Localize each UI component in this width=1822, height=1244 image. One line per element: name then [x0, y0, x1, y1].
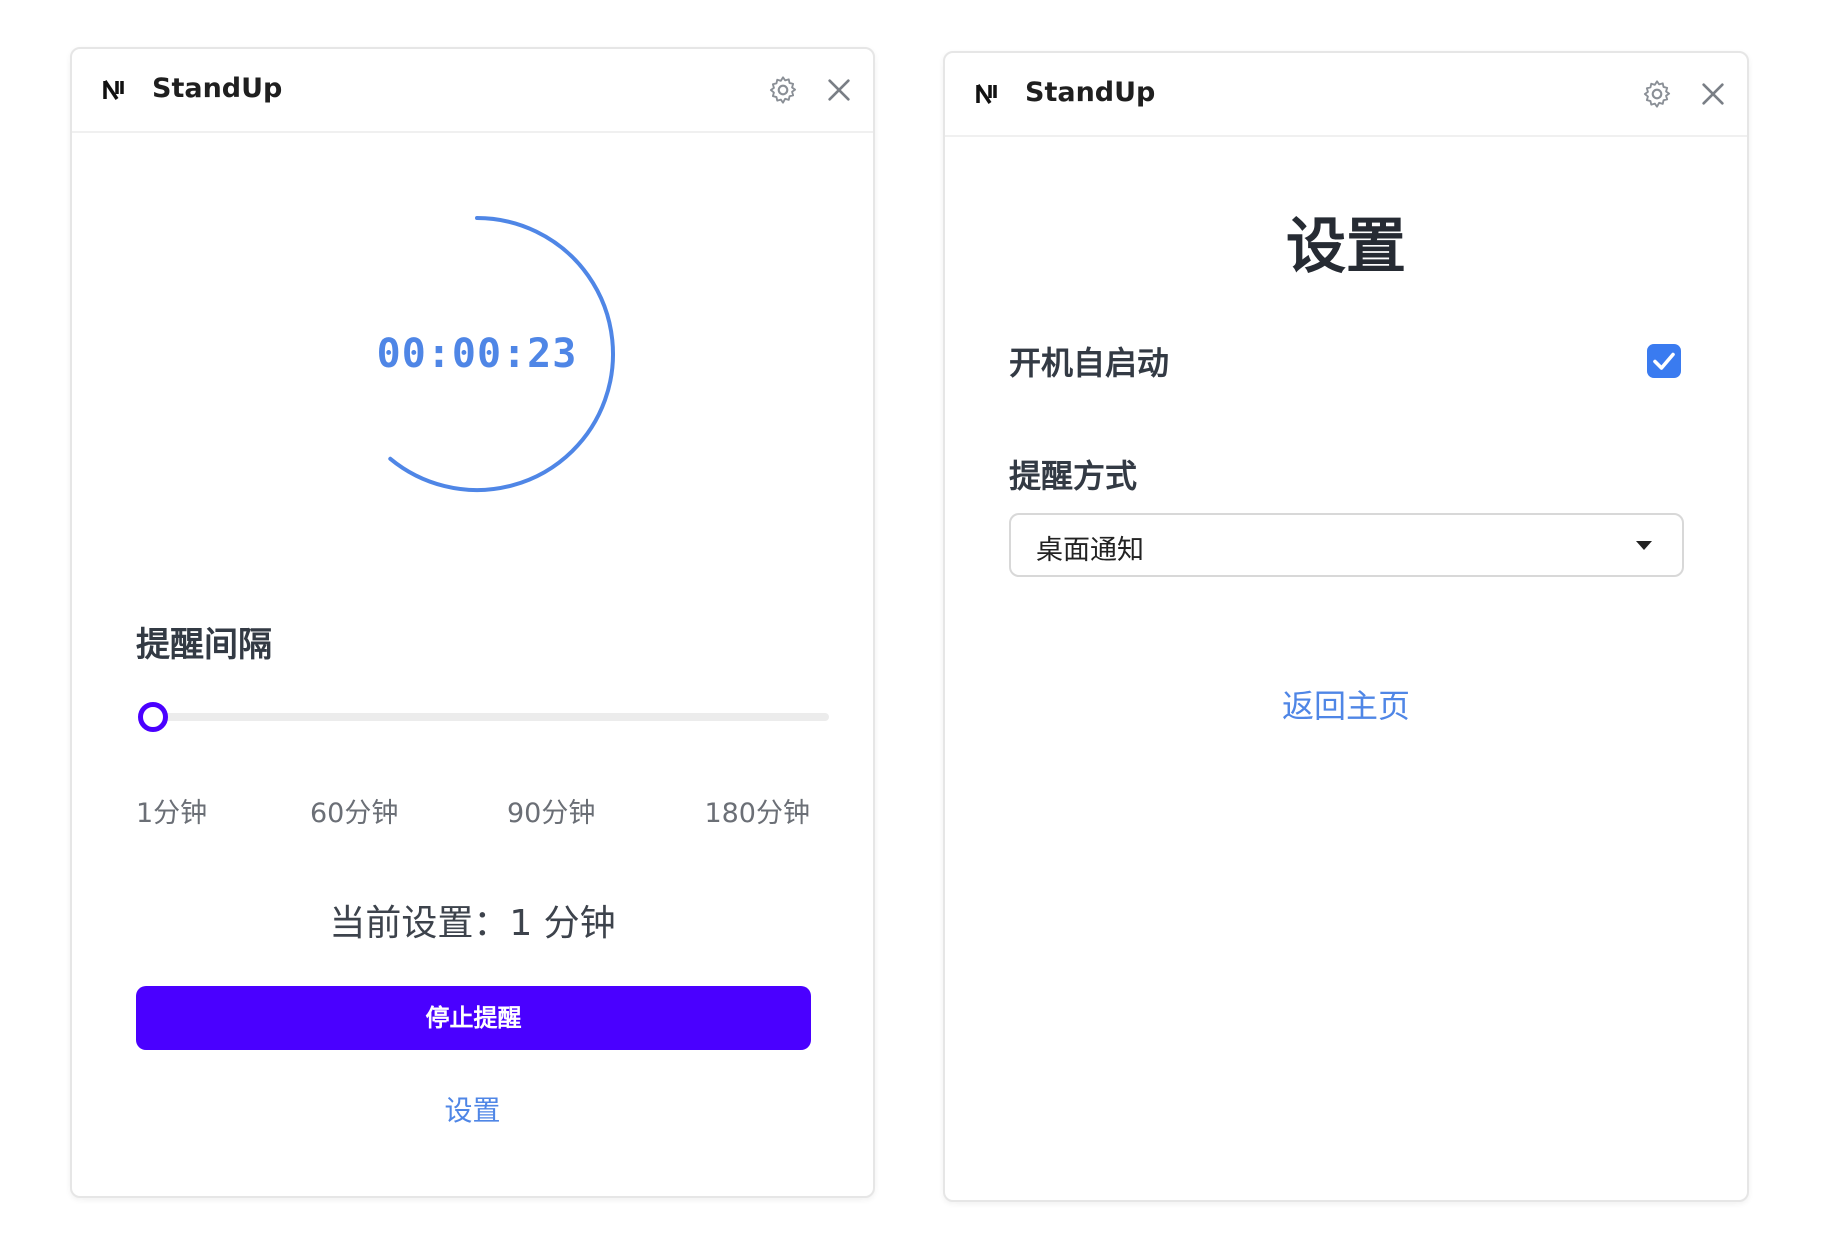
titlebar: StandUp	[72, 49, 873, 133]
autostart-checkbox[interactable]	[1647, 344, 1681, 378]
reminder-method-label: 提醒方式	[1009, 457, 1138, 495]
tick-label: 1分钟	[136, 798, 208, 829]
slider-ticks: 1分钟 60分钟 90分钟 180分钟	[136, 791, 810, 831]
timer-display: 00:00:23	[376, 331, 578, 377]
gear-icon[interactable]	[1641, 78, 1673, 110]
checkmark-icon	[1653, 352, 1675, 370]
back-home-link[interactable]: 返回主页	[945, 681, 1747, 727]
titlebar: StandUp	[945, 53, 1747, 137]
reminder-method-select[interactable]: 桌面通知	[1009, 513, 1684, 577]
standup-logo-icon	[976, 84, 997, 104]
page-title: 设置	[1286, 212, 1406, 282]
app-title: StandUp	[1025, 77, 1156, 108]
tick-label: 180分钟	[704, 798, 810, 829]
close-icon[interactable]	[823, 74, 855, 106]
close-icon[interactable]	[1697, 78, 1729, 110]
interval-slider-track[interactable]	[158, 713, 829, 721]
countdown-timer: 00:00:23	[312, 189, 642, 519]
interval-slider-thumb[interactable]	[138, 702, 168, 732]
caret-down-icon	[1636, 541, 1652, 550]
main-window: StandUp 00:00:23 提醒间隔 1分钟 60分钟 90分钟 180分…	[70, 47, 875, 1198]
tick-label: 90分钟	[507, 798, 596, 829]
app-title: StandUp	[152, 73, 283, 104]
standup-logo-icon	[103, 80, 124, 100]
gear-icon[interactable]	[767, 74, 799, 106]
autostart-label: 开机自启动	[1009, 344, 1170, 382]
interval-label: 提醒间隔	[136, 625, 272, 665]
current-setting-text: 当前设置：1 分钟	[329, 903, 616, 944]
select-value: 桌面通知	[1036, 535, 1144, 566]
settings-window: StandUp 设置 开机自启动 提醒方式 桌面通知 返回主页	[943, 51, 1749, 1202]
tick-label: 60分钟	[310, 798, 399, 829]
settings-link[interactable]: 设置	[72, 1089, 873, 1129]
stop-reminder-button[interactable]: 停止提醒	[136, 986, 811, 1050]
